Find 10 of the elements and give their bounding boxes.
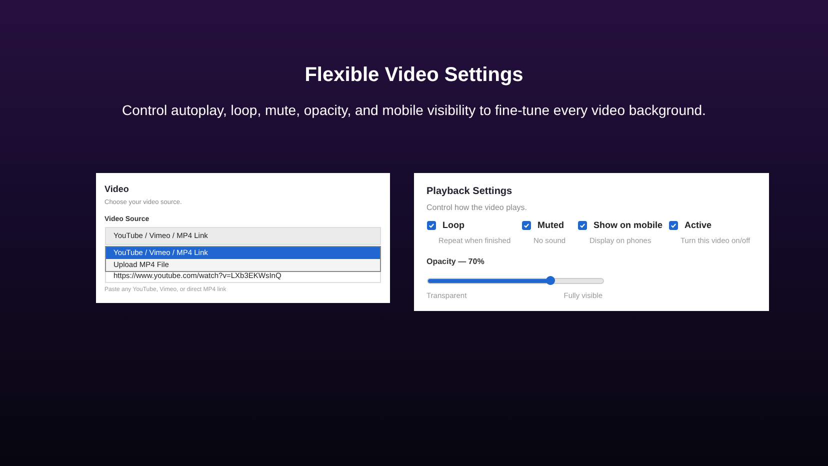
checkbox-label: Loop (442, 220, 464, 230)
card-title: Video (104, 184, 130, 194)
checkbox-label: Show on mobile (594, 220, 662, 230)
section-subheading: Control autoplay, loop, mute, opacity, and mobile visibility to fine-tune every video background. (122, 102, 706, 118)
checkbox-label: Muted (538, 220, 564, 230)
slider-label: Opacity — 70% (426, 257, 486, 266)
section-heading: Flexible Video Settings (304, 64, 524, 87)
card-description: Control how the video plays. (426, 203, 528, 212)
card-title: Playback Settings (426, 186, 514, 197)
checkbox-label: Active (684, 220, 712, 230)
